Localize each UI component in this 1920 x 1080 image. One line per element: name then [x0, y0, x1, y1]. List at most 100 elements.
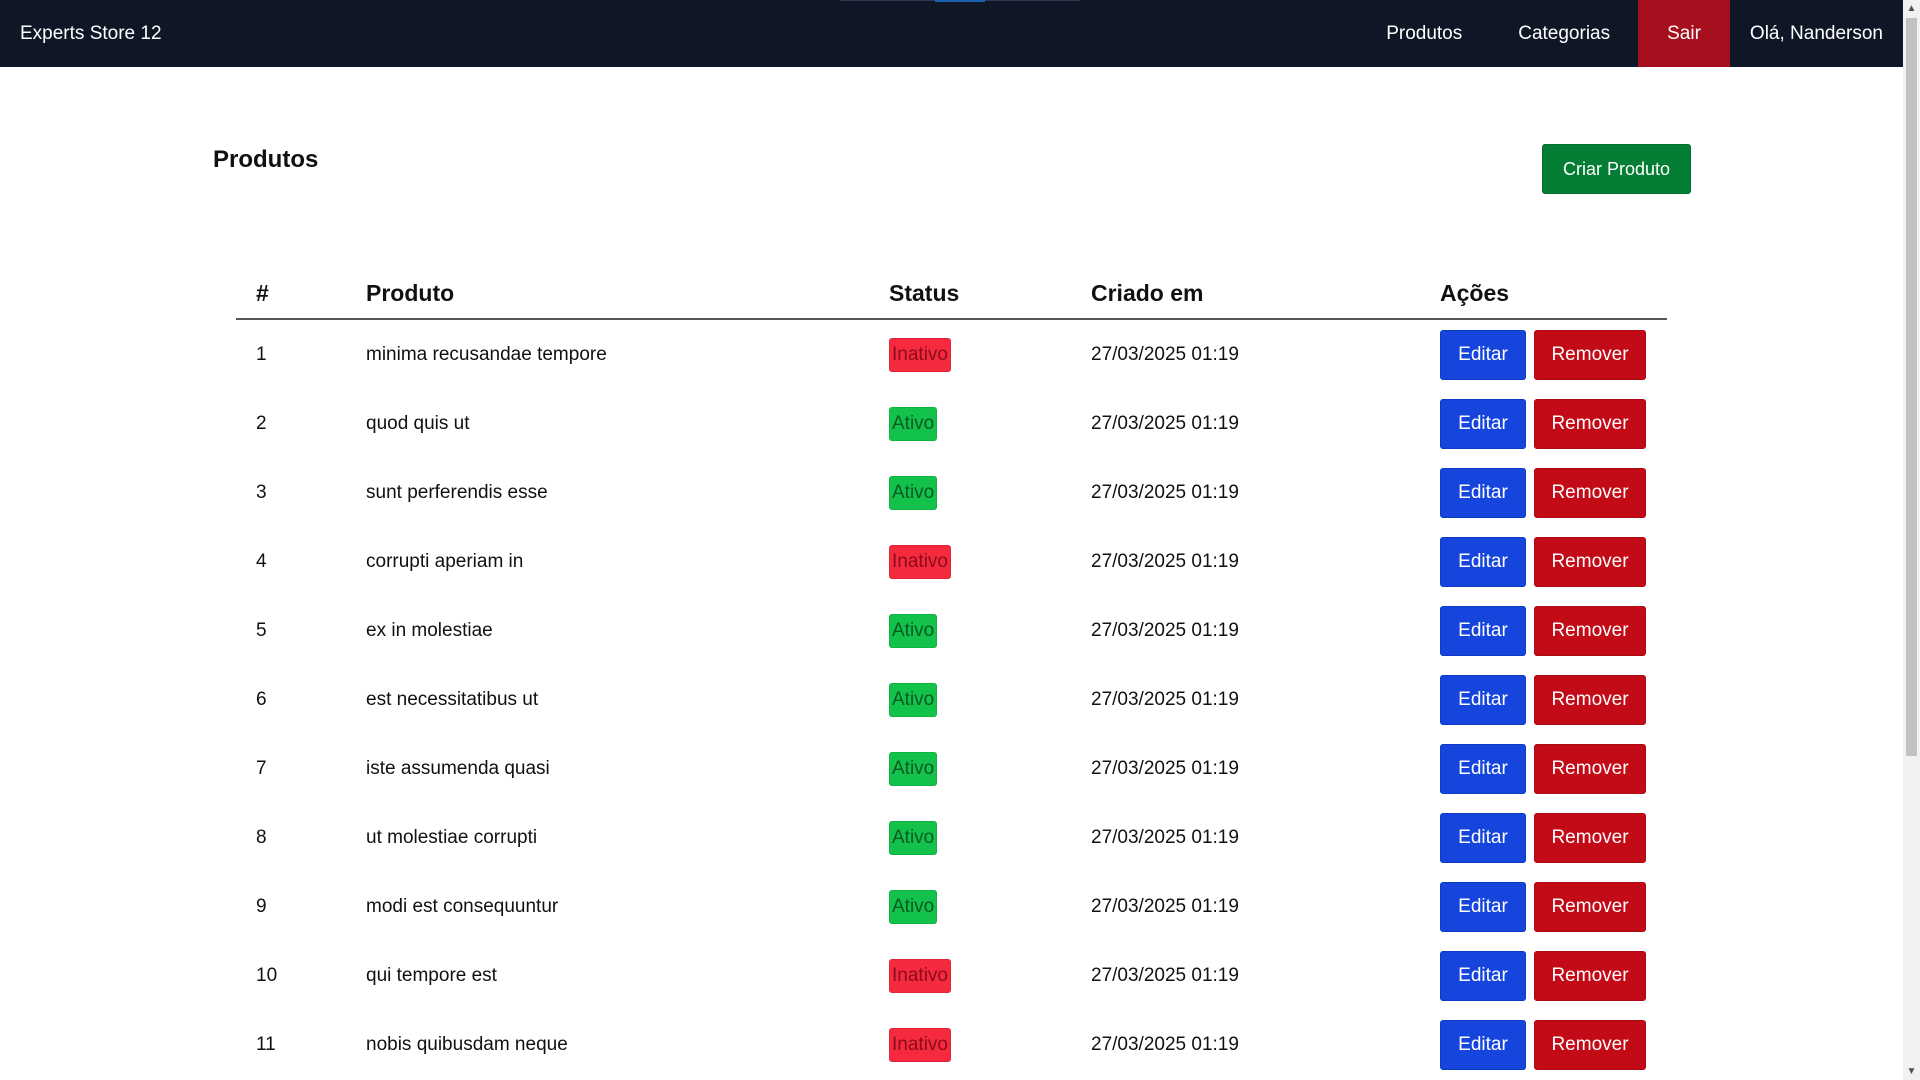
- actions-cell: Editar Remover: [1440, 389, 1667, 458]
- product-name: sunt perferendis esse: [366, 481, 548, 503]
- status-cell: Inativo: [889, 527, 1091, 596]
- table-row: 8 ut molestiae corrupti Ativo 27/03/2025 01…: [236, 803, 1667, 872]
- remove-button[interactable]: Remover: [1534, 329, 1646, 380]
- edit-button[interactable]: Editar: [1440, 536, 1526, 587]
- vertical-scrollbar[interactable]: ▲ ▼: [1903, 0, 1920, 1080]
- status-badge: Ativo: [889, 613, 938, 648]
- row-number: 2: [256, 412, 267, 434]
- status-badge: Ativo: [889, 751, 938, 786]
- row-number: 1: [256, 343, 267, 365]
- table-body: 1 minima recusandae tempore Inativo 27/03/2…: [236, 319, 1667, 1079]
- status-badge: Inativo: [889, 544, 951, 579]
- product-name: minima recusandae tempore: [366, 343, 607, 365]
- row-number: 5: [256, 619, 267, 641]
- actions-cell: Editar Remover: [1440, 458, 1667, 527]
- actions-cell: Editar Remover: [1440, 527, 1667, 596]
- status-badge: Ativo: [889, 820, 938, 855]
- header-product: Produto: [366, 268, 889, 320]
- scroll-up-arrow-icon[interactable]: ▲: [1903, 0, 1920, 17]
- edit-button[interactable]: Editar: [1440, 743, 1526, 794]
- actions-cell: Editar Remover: [1440, 1010, 1667, 1079]
- status-badge: Ativo: [889, 682, 938, 717]
- remove-button[interactable]: Remover: [1534, 536, 1646, 587]
- table-row: 1 minima recusandae tempore Inativo 27/03/2…: [236, 319, 1667, 389]
- created-date: 27/03/2025 01:19: [1091, 826, 1239, 848]
- actions-cell: Editar Remover: [1440, 596, 1667, 665]
- row-number: 7: [256, 757, 267, 779]
- product-name: corrupti aperiam in: [366, 550, 524, 572]
- row-number: 3: [256, 481, 267, 503]
- row-number: 9: [256, 895, 267, 917]
- top-navbar: Experts Store 12 Produtos Categorias Sai…: [0, 0, 1903, 67]
- remove-button[interactable]: Remover: [1534, 605, 1646, 656]
- created-date: 27/03/2025 01:19: [1091, 964, 1239, 986]
- actions-cell: Editar Remover: [1440, 872, 1667, 941]
- remove-button[interactable]: Remover: [1534, 743, 1646, 794]
- created-date: 27/03/2025 01:19: [1091, 343, 1239, 365]
- table-row: 3 sunt perferendis esse Ativo 27/03/2025 01…: [236, 458, 1667, 527]
- created-date: 27/03/2025 01:19: [1091, 1033, 1239, 1055]
- header-number: #: [236, 268, 366, 320]
- status-cell: Inativo: [889, 319, 1091, 389]
- edit-button[interactable]: Editar: [1440, 812, 1526, 863]
- scroll-thumb[interactable]: [1906, 18, 1917, 756]
- header-actions: Ações: [1440, 268, 1667, 320]
- created-date: 27/03/2025 01:19: [1091, 550, 1239, 572]
- scroll-down-arrow-icon[interactable]: ▼: [1903, 1063, 1920, 1080]
- status-cell: Ativo: [889, 389, 1091, 458]
- product-name: modi est consequuntur: [366, 895, 559, 917]
- table-row: 4 corrupti aperiam in Inativo 27/03/2025 01…: [236, 527, 1667, 596]
- nav-item-produtos[interactable]: Produtos: [1358, 0, 1490, 67]
- created-date: 27/03/2025 01:19: [1091, 757, 1239, 779]
- edit-button[interactable]: Editar: [1440, 605, 1526, 656]
- header-created: Criado em: [1091, 268, 1440, 320]
- remove-button[interactable]: Remover: [1534, 398, 1646, 449]
- actions-cell: Editar Remover: [1440, 665, 1667, 734]
- create-product-button[interactable]: Criar Produto: [1542, 144, 1691, 194]
- edit-button[interactable]: Editar: [1440, 1019, 1526, 1070]
- products-table-container: # Produto Status Criado em Ações 1 minima…: [236, 268, 1667, 1079]
- remove-button[interactable]: Remover: [1534, 881, 1646, 932]
- remove-button[interactable]: Remover: [1534, 950, 1646, 1001]
- status-badge: Ativo: [889, 475, 938, 510]
- brand-link[interactable]: Experts Store 12: [20, 0, 162, 67]
- edit-button[interactable]: Editar: [1440, 398, 1526, 449]
- remove-button[interactable]: Remover: [1534, 1019, 1646, 1070]
- created-date: 27/03/2025 01:19: [1091, 895, 1239, 917]
- edit-button[interactable]: Editar: [1440, 950, 1526, 1001]
- table-row: 10 qui tempore est Inativo 27/03/2025 01:19…: [236, 941, 1667, 1010]
- created-date: 27/03/2025 01:19: [1091, 412, 1239, 434]
- status-badge: Inativo: [889, 1027, 951, 1062]
- table-row: 6 est necessitatibus ut Ativo 27/03/2025 01…: [236, 665, 1667, 734]
- table-row: 9 modi est consequuntur Ativo 27/03/2025 01…: [236, 872, 1667, 941]
- edit-button[interactable]: Editar: [1440, 674, 1526, 725]
- status-badge: Inativo: [889, 958, 951, 993]
- remove-button[interactable]: Remover: [1534, 674, 1646, 725]
- actions-cell: Editar Remover: [1440, 319, 1667, 389]
- edit-button[interactable]: Editar: [1440, 329, 1526, 380]
- row-number: 4: [256, 550, 267, 572]
- status-badge: Inativo: [889, 337, 951, 372]
- row-number: 8: [256, 826, 267, 848]
- navbar-accent-line: [935, 0, 985, 2]
- status-cell: Ativo: [889, 734, 1091, 803]
- page-title: Produtos: [213, 146, 319, 173]
- edit-button[interactable]: Editar: [1440, 467, 1526, 518]
- navbar-menu: Produtos Categorias Sair Olá, Nanderson: [1358, 0, 1903, 67]
- remove-button[interactable]: Remover: [1534, 467, 1646, 518]
- edit-button[interactable]: Editar: [1440, 881, 1526, 932]
- page: Experts Store 12 Produtos Categorias Sai…: [0, 0, 1903, 1080]
- product-name: ut molestiae corrupti: [366, 826, 538, 848]
- nav-item-categorias[interactable]: Categorias: [1490, 0, 1638, 67]
- status-cell: Ativo: [889, 665, 1091, 734]
- status-cell: Ativo: [889, 872, 1091, 941]
- table-row: 11 nobis quibusdam neque Inativo 27/03/2025…: [236, 1010, 1667, 1079]
- logout-button[interactable]: Sair: [1638, 0, 1730, 67]
- status-cell: Ativo: [889, 803, 1091, 872]
- header-status: Status: [889, 268, 1091, 320]
- actions-cell: Editar Remover: [1440, 803, 1667, 872]
- remove-button[interactable]: Remover: [1534, 812, 1646, 863]
- product-name: ex in molestiae: [366, 619, 493, 641]
- product-name: qui tempore est: [366, 964, 497, 986]
- actions-cell: Editar Remover: [1440, 734, 1667, 803]
